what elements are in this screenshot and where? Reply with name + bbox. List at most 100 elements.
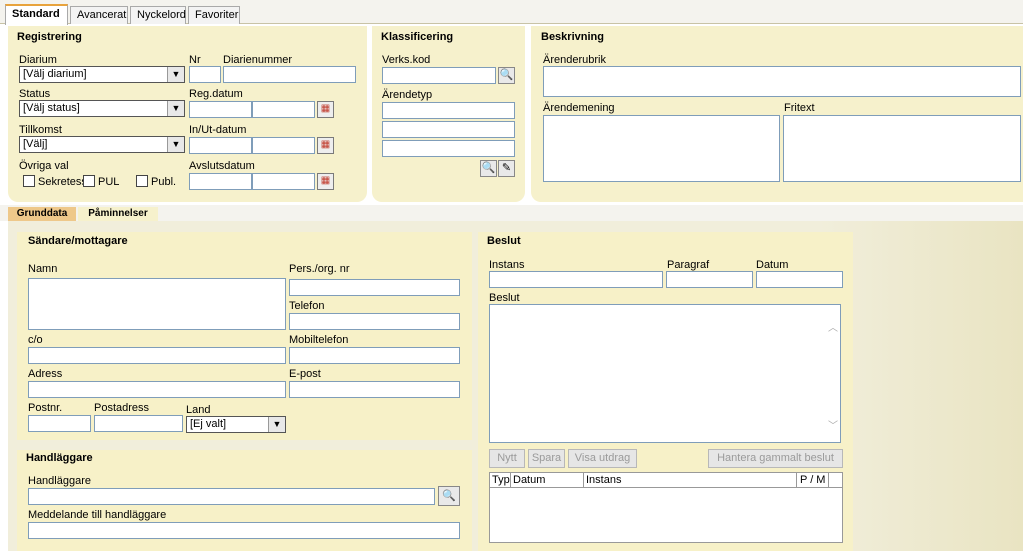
nr-input[interactable] (189, 66, 221, 83)
scroll-down-icon[interactable]: ﹀ (828, 417, 838, 432)
arenderubrik-label: Ärenderubrik (543, 54, 606, 66)
chevron-down-icon: ▼ (268, 417, 285, 432)
arendetyp-input-3[interactable] (382, 140, 515, 157)
publ-checkbox[interactable] (136, 175, 148, 187)
arendetyp-input-1[interactable] (382, 102, 515, 119)
paragraf-input[interactable] (666, 271, 753, 288)
inut-from-input[interactable] (189, 137, 252, 154)
inut-label: In/Ut-datum (189, 124, 247, 136)
instans-label: Instans (489, 259, 525, 271)
avslut-label: Avslutsdatum (189, 160, 255, 172)
diarium-select[interactable]: [Välj diarium] ▼ (19, 66, 185, 83)
beslut-textarea[interactable]: ︿ ﹀ (489, 304, 841, 443)
pul-checkbox[interactable] (83, 175, 95, 187)
handlaggare-title: Handläggare (26, 452, 93, 464)
arendetyp-input-2[interactable] (382, 121, 515, 138)
arendemening-label: Ärendemening (543, 102, 615, 114)
hantera-gammalt-beslut-button[interactable]: Hantera gammalt beslut (708, 449, 843, 468)
co-label: c/o (28, 334, 43, 346)
co-input[interactable] (28, 347, 286, 364)
top-tab-bar: Standard Avancerat Nyckelord Favoriter (0, 0, 1023, 25)
verkskod-input[interactable] (382, 67, 496, 84)
instans-input[interactable] (489, 271, 663, 288)
nr-label: Nr (189, 54, 201, 66)
datum-label: Datum (756, 259, 789, 271)
persnr-label: Pers./org. nr (289, 263, 350, 275)
col-instans[interactable]: Instans (583, 473, 621, 488)
tillkomst-select[interactable]: [Välj] ▼ (19, 136, 185, 153)
datum-input[interactable] (756, 271, 843, 288)
calendar-icon[interactable]: ▦ (317, 137, 334, 154)
beslut-text-label: Beslut (489, 292, 520, 304)
search-icon[interactable]: 🔍 (498, 67, 515, 84)
beslut-title: Beslut (487, 235, 521, 247)
search-icon[interactable]: 🔍 (480, 160, 497, 177)
handlaggare-input[interactable] (28, 488, 435, 505)
tab-paminnelser[interactable]: Påminnelser (78, 207, 158, 221)
status-value: [Välj status] (23, 102, 80, 114)
spara-button[interactable]: Spara (528, 449, 565, 468)
land-label: Land (186, 404, 211, 416)
regdatum-from-input[interactable] (189, 101, 252, 118)
postadress-input[interactable] (94, 415, 183, 432)
status-label: Status (19, 88, 51, 100)
sekretess-checkbox[interactable] (23, 175, 35, 187)
col-typ[interactable]: Typ (492, 474, 510, 486)
diarium-label: Diarium (19, 54, 57, 66)
chevron-down-icon: ▼ (167, 137, 184, 152)
namn-label: Namn (28, 263, 58, 275)
tillkomst-value: [Välj] (23, 138, 48, 150)
meddelande-label: Meddelande till handläggare (28, 509, 167, 521)
regdatum-label: Reg.datum (189, 88, 243, 100)
adress-input[interactable] (28, 381, 286, 398)
arenderubrik-textarea[interactable] (543, 66, 1021, 97)
status-select[interactable]: [Välj status] ▼ (19, 100, 185, 117)
calendar-icon[interactable]: ▦ (317, 101, 334, 118)
persnr-input[interactable] (289, 279, 460, 296)
postnr-label: Postnr. (28, 402, 63, 414)
search-icon[interactable]: 🔍 (438, 486, 460, 506)
scroll-up-icon[interactable]: ︿ (828, 319, 838, 334)
sandare-panel (17, 232, 472, 440)
paragraf-label: Paragraf (667, 259, 710, 271)
namn-textarea[interactable] (28, 278, 286, 330)
beslut-table: Typ Datum Instans P / M (489, 472, 843, 543)
chevron-down-icon: ▼ (167, 67, 184, 82)
visa-utdrag-button[interactable]: Visa utdrag (568, 449, 637, 468)
col-pm[interactable]: P / M (796, 473, 829, 488)
postadress-label: Postadress (94, 402, 150, 414)
tab-avancerat[interactable]: Avancerat (70, 6, 128, 24)
registrering-title: Registrering (17, 31, 82, 43)
fritext-textarea[interactable] (783, 115, 1021, 182)
avslut-from-input[interactable] (189, 173, 252, 190)
land-select[interactable]: [Ej valt] ▼ (186, 416, 286, 433)
diarienummer-input[interactable] (223, 66, 356, 83)
epost-label: E-post (289, 368, 321, 380)
arendemening-textarea[interactable] (543, 115, 780, 182)
meddelande-input[interactable] (28, 522, 460, 539)
avslut-to-input[interactable] (252, 173, 315, 190)
tab-grunddata[interactable]: Grunddata (8, 207, 76, 221)
regdatum-to-input[interactable] (252, 101, 315, 118)
tab-nyckelord[interactable]: Nyckelord (130, 6, 186, 24)
calendar-icon[interactable]: ▦ (317, 173, 334, 190)
sekretess-label: Sekretess (38, 176, 87, 188)
col-datum[interactable]: Datum (510, 473, 545, 488)
epost-input[interactable] (289, 381, 460, 398)
postnr-input[interactable] (28, 415, 91, 432)
pul-label: PUL (98, 176, 120, 188)
nytt-button[interactable]: Nytt (489, 449, 525, 468)
mobil-input[interactable] (289, 347, 460, 364)
land-value: [Ej valt] (190, 418, 227, 430)
fritext-label: Fritext (784, 102, 815, 114)
table-header: Typ Datum Instans P / M (490, 473, 842, 488)
tab-standard[interactable]: Standard (5, 4, 68, 25)
tab-favoriter[interactable]: Favoriter (188, 6, 240, 24)
inut-to-input[interactable] (252, 137, 315, 154)
klassificering-title: Klassificering (381, 31, 454, 43)
eraser-icon[interactable]: ✎ (498, 160, 515, 177)
publ-label: Publ. (151, 176, 177, 188)
verkskod-label: Verks.kod (382, 54, 431, 66)
sandare-title: Sändare/mottagare (28, 235, 128, 247)
telefon-input[interactable] (289, 313, 460, 330)
